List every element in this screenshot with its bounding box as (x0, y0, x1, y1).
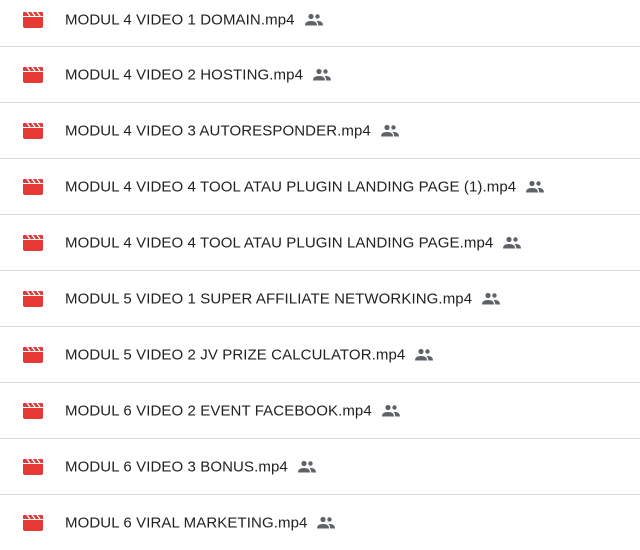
shared-people-icon (482, 292, 501, 305)
shared-people-icon (503, 236, 522, 249)
file-name: MODUL 4 VIDEO 4 TOOL ATAU PLUGIN LANDING… (65, 178, 517, 195)
file-name: MODUL 4 VIDEO 3 AUTORESPONDER.mp4 (65, 122, 371, 139)
shared-people-icon (415, 348, 434, 361)
file-row[interactable]: MODUL 4 VIDEO 4 TOOL ATAU PLUGIN LANDING… (0, 159, 640, 214)
video-file-icon (23, 514, 43, 531)
file-row[interactable]: MODUL 4 VIDEO 4 TOOL ATAU PLUGIN LANDING… (0, 215, 640, 270)
file-name: MODUL 6 VIDEO 3 BONUS.mp4 (65, 458, 288, 475)
file-row[interactable]: MODUL 4 VIDEO 1 DOMAIN.mp4 (0, 0, 640, 47)
file-name: MODUL 6 VIRAL MARKETING.mp4 (65, 514, 308, 531)
video-file-icon (23, 402, 43, 419)
file-row[interactable]: MODUL 6 VIDEO 3 BONUS.mp4 (0, 439, 640, 494)
shared-people-icon (526, 180, 545, 193)
file-list: MODUL 4 VIDEO 1 DOMAIN.mp4 MODUL 4 VIDEO… (0, 0, 640, 546)
video-file-icon (23, 234, 43, 251)
file-name: MODUL 5 VIDEO 1 SUPER AFFILIATE NETWORKI… (65, 290, 473, 307)
shared-people-icon (317, 516, 336, 529)
video-file-icon (23, 11, 43, 28)
shared-people-icon (297, 460, 316, 473)
video-file-icon (23, 122, 43, 139)
video-file-icon (23, 458, 43, 475)
video-file-icon (23, 290, 43, 307)
file-name: MODUL 4 VIDEO 4 TOOL ATAU PLUGIN LANDING… (65, 234, 494, 251)
file-row[interactable]: MODUL 4 VIDEO 3 AUTORESPONDER.mp4 (0, 103, 640, 158)
shared-people-icon (304, 13, 323, 26)
file-row[interactable]: MODUL 6 VIDEO 2 EVENT FACEBOOK.mp4 (0, 383, 640, 438)
shared-people-icon (381, 404, 400, 417)
video-file-icon (23, 66, 43, 83)
shared-people-icon (313, 68, 332, 81)
file-name: MODUL 4 VIDEO 1 DOMAIN.mp4 (65, 11, 295, 28)
file-row[interactable]: MODUL 5 VIDEO 2 JV PRIZE CALCULATOR.mp4 (0, 327, 640, 382)
file-name: MODUL 4 VIDEO 2 HOSTING.mp4 (65, 66, 304, 83)
file-row[interactable]: MODUL 4 VIDEO 2 HOSTING.mp4 (0, 47, 640, 102)
video-file-icon (23, 346, 43, 363)
file-name: MODUL 6 VIDEO 2 EVENT FACEBOOK.mp4 (65, 402, 372, 419)
file-row[interactable]: MODUL 5 VIDEO 1 SUPER AFFILIATE NETWORKI… (0, 271, 640, 326)
file-name: MODUL 5 VIDEO 2 JV PRIZE CALCULATOR.mp4 (65, 346, 406, 363)
file-row[interactable]: MODUL 6 VIRAL MARKETING.mp4 (0, 495, 640, 550)
video-file-icon (23, 178, 43, 195)
shared-people-icon (380, 124, 399, 137)
